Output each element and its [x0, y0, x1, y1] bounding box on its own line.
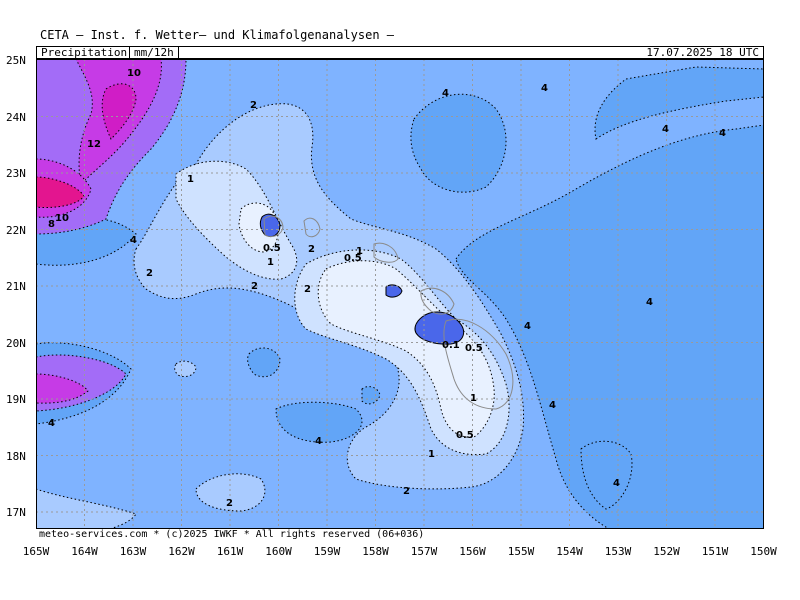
- contour-label: 1: [267, 257, 274, 268]
- contour-label: 4: [48, 418, 55, 429]
- contour-label: 2: [250, 100, 257, 111]
- contour-label: 0.5: [456, 430, 474, 441]
- contour-label: 4: [662, 124, 669, 135]
- contour-label: 2: [403, 486, 410, 497]
- contour-label: 8: [48, 219, 55, 230]
- area-01-molokai: [385, 284, 403, 298]
- latitude-label: 21N: [6, 280, 26, 293]
- contour-label: 1: [187, 174, 194, 185]
- contour-label: 4: [613, 478, 620, 489]
- longitude-label: 163W: [119, 545, 147, 558]
- longitude-label: 155W: [507, 545, 535, 558]
- longitude-label: 153W: [604, 545, 632, 558]
- contour-label: 4: [315, 436, 322, 447]
- contour-label: 2: [304, 284, 311, 295]
- latitude-label: 18N: [6, 449, 26, 463]
- longitude-label: 156W: [459, 545, 486, 558]
- contour-label: 4: [549, 400, 556, 411]
- contour-label: 10: [55, 213, 69, 224]
- longitude-label: 161W: [216, 545, 244, 558]
- latitude-label: 25N: [6, 54, 26, 67]
- contour-label: 1: [470, 393, 477, 404]
- credit-text: meteo-services.com * (c)2025 IWKF * All …: [39, 529, 425, 540]
- contour-label: 0.5: [344, 253, 362, 264]
- contour-label: 4: [646, 297, 653, 308]
- longitude-label: 164W: [71, 545, 98, 558]
- longitude-label: 160W: [265, 545, 292, 558]
- longitude-label: 151W: [701, 545, 729, 558]
- contour-label: 4: [130, 235, 137, 246]
- contour-label: 4: [442, 88, 449, 99]
- unit-label: mm/12h: [129, 46, 179, 59]
- contour-label: 0.1: [442, 340, 460, 351]
- longitude-label: 154W: [556, 545, 583, 558]
- contour-label: 10: [127, 68, 141, 79]
- precipitation-map: 10 12 10 8 4 2 1 2 0.5 1 2 1 0.5 2 0.1 0…: [35, 58, 765, 541]
- parameter-label: Precipitation: [41, 46, 128, 59]
- longitude-label: 159W: [313, 545, 341, 558]
- contour-label: 2: [308, 244, 315, 255]
- contour-label: 4: [541, 83, 548, 94]
- longitude-label: 165W: [22, 545, 50, 558]
- contour-label: 0.5: [465, 343, 483, 354]
- precipitation-map-svg: 10 12 10 8 4 2 1 2 0.5 1 2 1 0.5 2 0.1 0…: [35, 58, 765, 541]
- contour-label: 12: [87, 139, 101, 150]
- latitude-label: 19N: [6, 393, 26, 406]
- contour-label: 2: [146, 268, 153, 279]
- info-bar: Precipitation mm/12h 17.07.2025 18 UTC: [36, 46, 764, 59]
- longitude-label: 162W: [168, 545, 195, 558]
- valid-time-label: 17.07.2025 18 UTC: [646, 46, 759, 59]
- contour-label: 4: [719, 128, 726, 139]
- latitude-label: 24N: [6, 110, 26, 124]
- contour-label: 4: [524, 321, 531, 332]
- longitude-label: 152W: [653, 545, 680, 558]
- latitude-label: 23N: [6, 167, 26, 180]
- credit-bar: meteo-services.com * (c)2025 IWKF * All …: [36, 528, 764, 540]
- latitude-label: 17N: [6, 506, 26, 519]
- latitude-label: 20N: [6, 336, 26, 350]
- contour-label: 0.5: [263, 243, 281, 254]
- longitude-label: 158W: [362, 545, 389, 558]
- chart-header-title: CETA — Inst. f. Wetter— und Klimafolgena…: [40, 28, 395, 42]
- latitude-label: 22N: [6, 223, 26, 237]
- contour-label: 2: [226, 498, 233, 509]
- contour-label: 2: [251, 281, 258, 292]
- longitude-label: 150W: [750, 545, 777, 558]
- contour-label: 1: [428, 449, 435, 460]
- longitude-label: 157W: [410, 545, 438, 558]
